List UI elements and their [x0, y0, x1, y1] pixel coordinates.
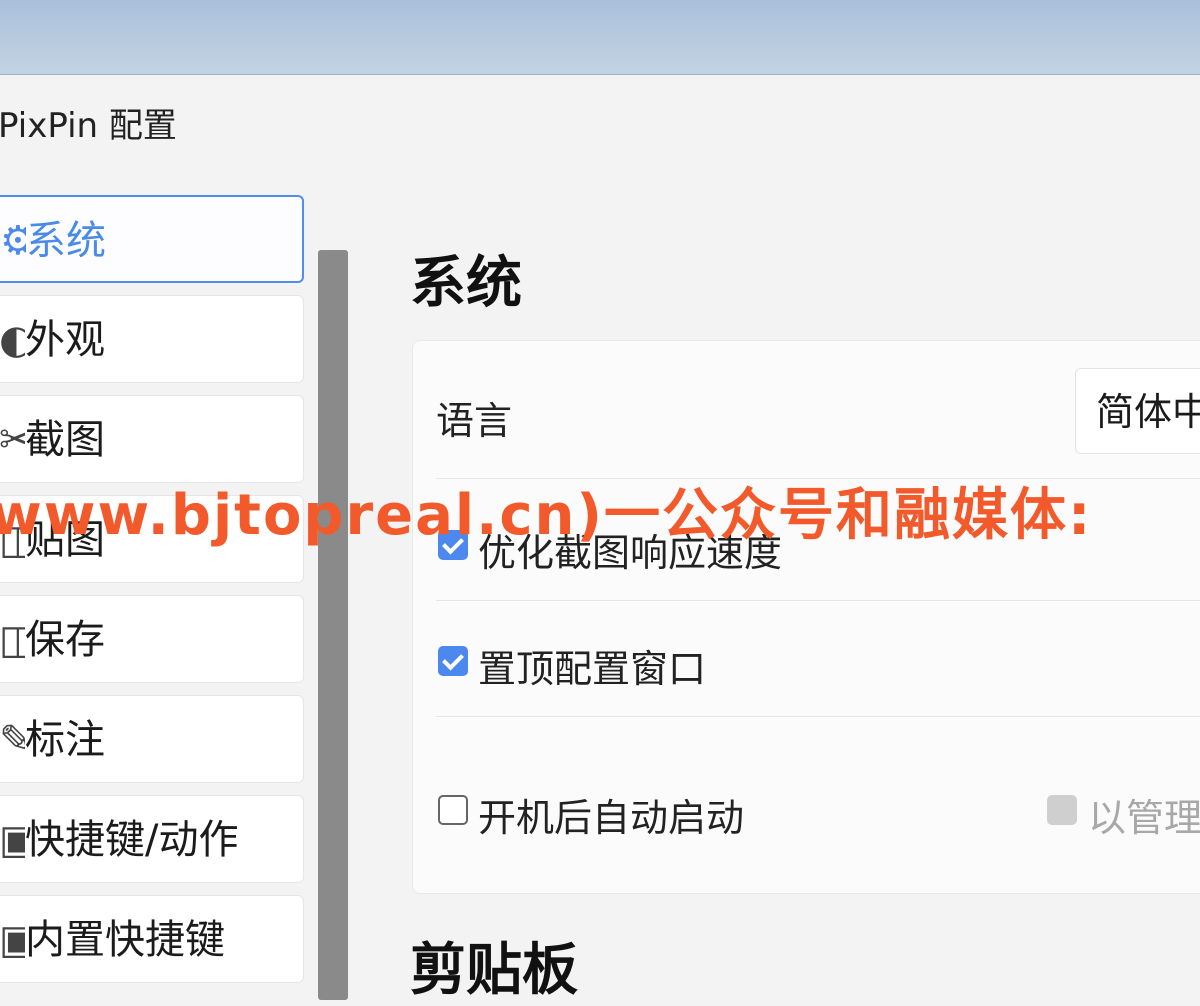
autostart-label: 开机后自动启动 — [478, 796, 745, 840]
sidebar-scrollbar[interactable] — [318, 250, 348, 1000]
sidebar: ⚙系统 ◐外观 ✂截图 ◫贴图 ◫保存 ✎标注 ▣快捷键/动作 ▣内置快捷键 — [0, 195, 305, 1000]
pen-icon: ✎ — [0, 717, 25, 763]
divider — [436, 600, 1200, 601]
keyboard-icon: ▣ — [0, 917, 25, 963]
sidebar-item-annotate[interactable]: ✎标注 — [0, 695, 304, 783]
keyboard-icon: ▣ — [0, 817, 25, 863]
sidebar-item-appearance[interactable]: ◐外观 — [0, 295, 304, 383]
sidebar-item-label: 截图 — [25, 417, 105, 463]
language-select[interactable]: 简体中 — [1075, 368, 1200, 454]
run-as-admin-label: 以管理 — [1088, 796, 1200, 840]
sidebar-item-builtin-shortcuts[interactable]: ▣内置快捷键 — [0, 895, 304, 983]
sidebar-item-label: 保存 — [25, 617, 105, 663]
sidebar-item-save[interactable]: ◫保存 — [0, 595, 304, 683]
title-bar — [0, 75, 1200, 175]
palette-icon: ◐ — [0, 317, 25, 363]
sidebar-item-system[interactable]: ⚙系统 — [0, 195, 304, 283]
desktop-background — [0, 0, 1200, 75]
divider — [436, 716, 1200, 717]
section-title: 系统 — [410, 251, 522, 316]
sidebar-item-shortcuts[interactable]: ▣快捷键/动作 — [0, 795, 304, 883]
sidebar-item-label: 快捷键/动作 — [25, 817, 239, 863]
window-title: PixPin 配置 — [0, 106, 177, 146]
watermark-text: www.bjtopreal.cn)一公众号和融媒体: — [0, 483, 1093, 548]
run-as-admin-checkbox[interactable] — [1047, 795, 1077, 825]
save-icon: ◫ — [0, 617, 25, 663]
language-label: 语言 — [436, 399, 513, 443]
clipboard-section-title: 剪贴板 — [410, 938, 578, 1003]
sidebar-item-label: 标注 — [25, 717, 105, 763]
pin-window-checkbox[interactable] — [438, 646, 468, 676]
sidebar-item-label: 系统 — [26, 218, 106, 264]
gear-icon: ⚙ — [0, 218, 26, 264]
pin-window-label: 置顶配置窗口 — [478, 647, 707, 691]
sidebar-item-label: 外观 — [25, 317, 105, 363]
autostart-checkbox[interactable] — [438, 795, 468, 825]
sidebar-item-label: 内置快捷键 — [25, 917, 225, 963]
